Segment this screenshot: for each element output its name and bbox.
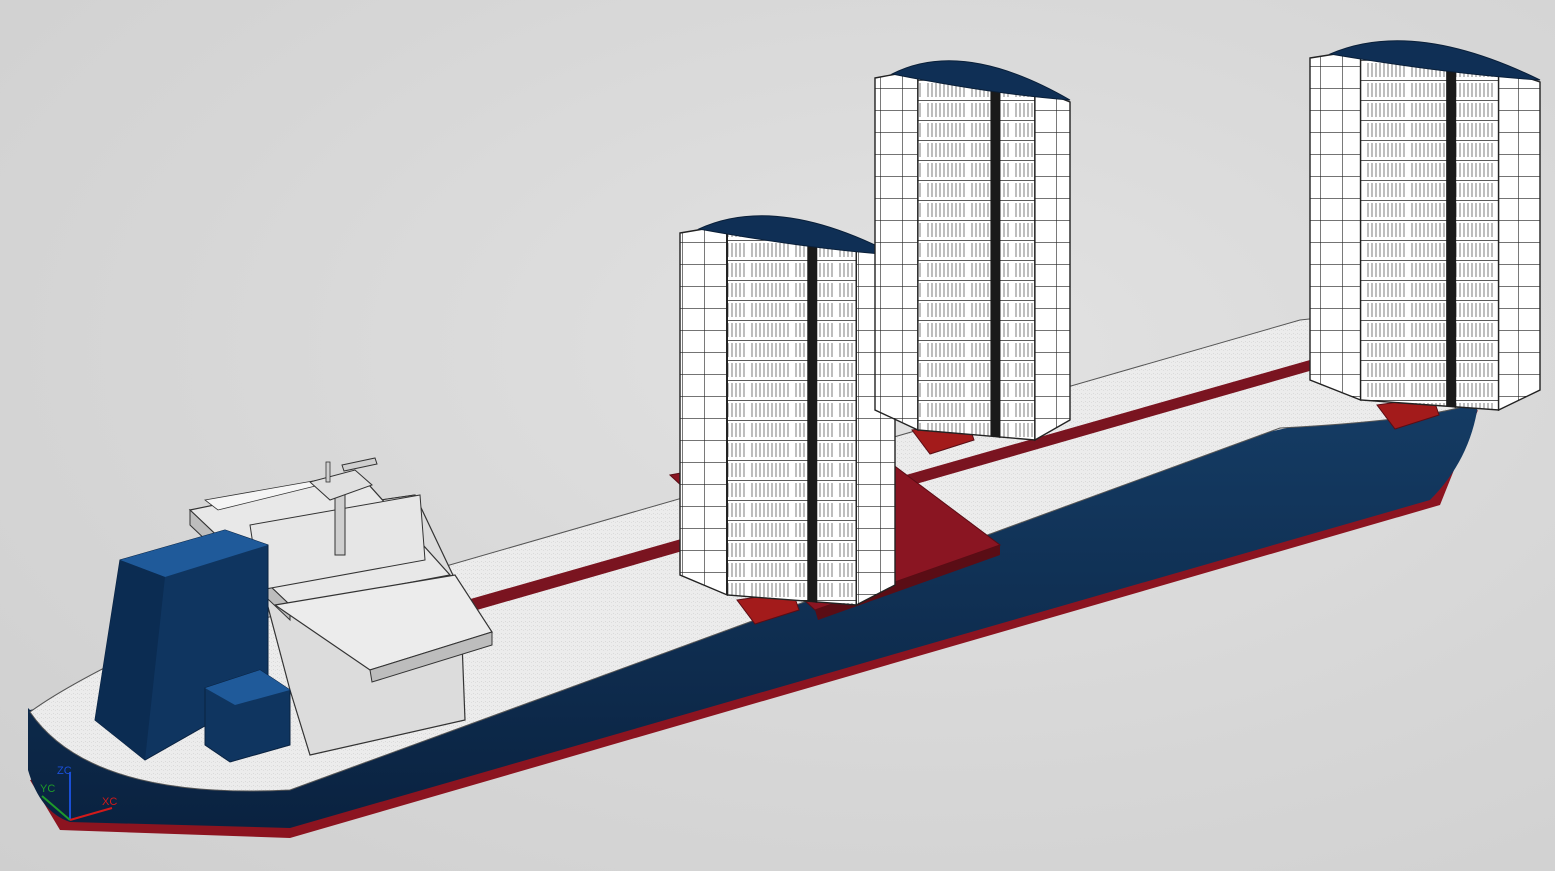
- sail-spine: [807, 237, 818, 603]
- x-axis-label: XC: [102, 796, 117, 808]
- mid-sail: [874, 60, 1071, 455]
- z-axis-label: ZC: [57, 765, 72, 777]
- 3d-viewport[interactable]: ZC YC XC: [0, 0, 1555, 871]
- y-axis-label: YC: [40, 783, 55, 795]
- sail-left-column: [1309, 49, 1362, 402]
- sail-spine: [1446, 62, 1457, 408]
- sail-center-slats: [917, 69, 1036, 441]
- sail-left-column: [874, 69, 919, 432]
- sail-center-slats: [1359, 49, 1500, 411]
- funnel-small-block: [204, 669, 291, 763]
- sail-spine: [990, 82, 1001, 438]
- sail-left-column: [679, 224, 728, 597]
- aft-sail: [1309, 40, 1541, 430]
- sail-center-slats: [726, 224, 857, 606]
- sail-right-column: [1034, 86, 1071, 442]
- fore-sail: [679, 215, 896, 625]
- sail-right-column: [1497, 67, 1541, 412]
- ship-model-scene[interactable]: ZC YC XC: [0, 0, 1555, 871]
